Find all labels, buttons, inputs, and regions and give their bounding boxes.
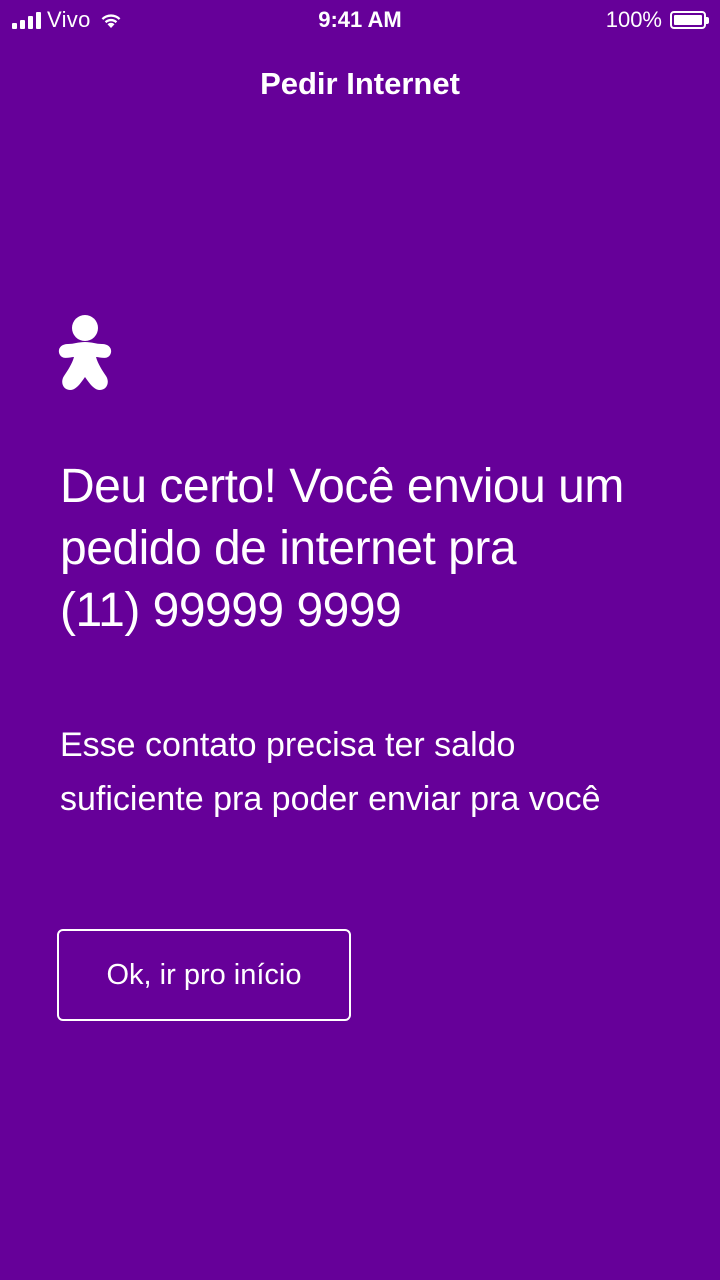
battery-full-icon [670, 11, 709, 29]
info-text: Esse contato precisa ter saldo suficient… [60, 718, 700, 826]
vivo-person-logo-icon [58, 315, 112, 390]
headline-line-1: Deu certo! Você enviou um [60, 460, 624, 513]
headline-phone-number: (11) 99999 9999 [60, 584, 402, 637]
info-text-line-2: suficiente pra poder enviar pra você [60, 780, 601, 818]
status-bar: Vivo 9:41 AM 100% [0, 0, 720, 40]
battery-percentage: 100% [605, 7, 662, 32]
page-title: Pedir Internet [260, 66, 460, 101]
ok-go-home-button[interactable]: Ok, ir pro início [57, 929, 351, 1021]
success-headline: Deu certo! Você enviou um pedido de inte… [60, 456, 700, 642]
headline-line-2: pedido de internet pra [60, 522, 517, 575]
info-text-line-1: Esse contato precisa ter saldo [60, 726, 516, 764]
status-right: 100% [605, 6, 709, 34]
